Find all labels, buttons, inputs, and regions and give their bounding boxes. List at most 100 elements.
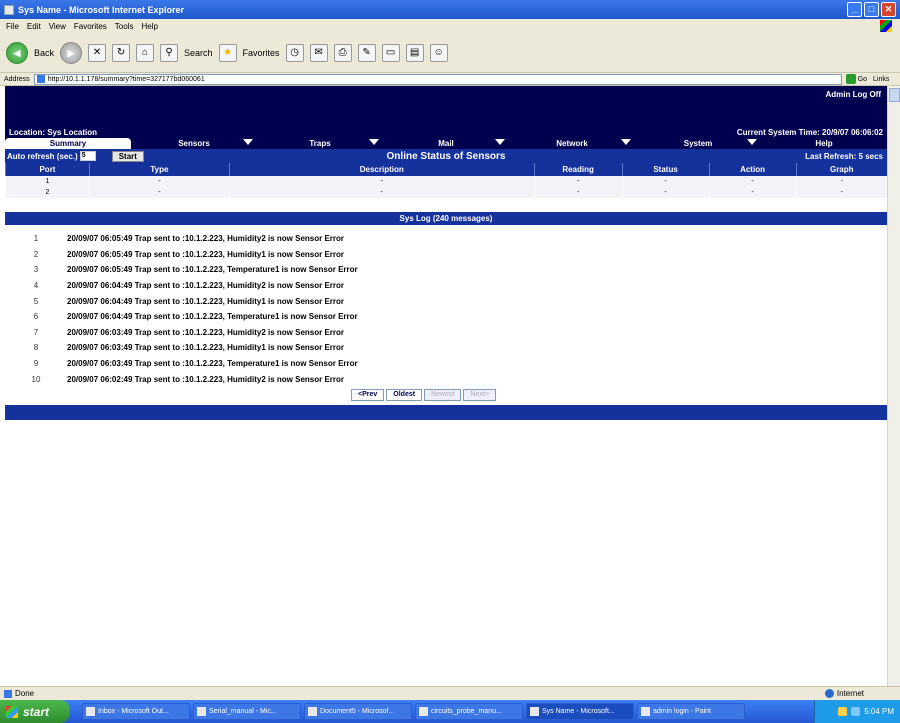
log-text: 20/09/07 06:05:49 Trap sent to :10.1.2.2… bbox=[67, 265, 358, 275]
maximize-button[interactable]: □ bbox=[864, 2, 879, 17]
vertical-scrollbar[interactable] bbox=[887, 86, 900, 686]
search-icon[interactable]: ⚲ bbox=[160, 43, 179, 62]
clock[interactable]: 5:04 PM bbox=[864, 707, 894, 716]
tray-icon[interactable] bbox=[838, 707, 848, 716]
last-refresh-label: Last Refresh: 5 secs bbox=[805, 151, 883, 161]
col-description: Description bbox=[228, 163, 535, 176]
log-text: 20/09/07 06:05:49 Trap sent to :10.1.2.2… bbox=[67, 234, 345, 244]
stop-icon[interactable]: ✕ bbox=[88, 43, 107, 62]
col-graph: Graph bbox=[795, 163, 887, 176]
tab-summary[interactable]: Summary bbox=[5, 138, 131, 149]
menu-file[interactable]: File bbox=[6, 22, 19, 31]
window-controls: _ □ ✕ bbox=[847, 2, 896, 17]
scroll-thumb[interactable] bbox=[889, 88, 900, 102]
syslog-pager: <Prev Oldest Newest Next> bbox=[351, 389, 496, 401]
tab-traps[interactable]: Traps bbox=[257, 138, 383, 149]
taskbar-item-document5[interactable]: Document5 - Microsof... bbox=[304, 703, 412, 720]
tab-label: Sensors bbox=[178, 139, 210, 148]
print-icon[interactable]: ⎙ bbox=[333, 43, 352, 62]
syslog-list: 1 20/09/07 06:05:49 Trap sent to :10.1.2.… bbox=[5, 231, 887, 387]
list-item: 5 20/09/07 06:04:49 Trap sent to :10.1.2.… bbox=[5, 293, 887, 309]
messenger-icon[interactable]: ☺ bbox=[429, 43, 448, 62]
auto-refresh-input[interactable]: 5 bbox=[79, 151, 96, 161]
edit-icon[interactable]: ✎ bbox=[357, 43, 376, 62]
syslog-title: Sys Log (240 messages) bbox=[5, 212, 887, 225]
tab-label: Mail bbox=[438, 139, 454, 148]
address-input[interactable]: http://10.1.1.178/summary?time=327177bd0… bbox=[33, 73, 842, 85]
folder-icon[interactable]: ▭ bbox=[381, 43, 400, 62]
list-item: 9 20/09/07 06:03:49 Trap sent to :10.1.2.… bbox=[5, 356, 887, 372]
menu-view[interactable]: View bbox=[49, 22, 66, 31]
log-text: 20/09/07 06:04:49 Trap sent to :10.1.2.2… bbox=[67, 312, 358, 322]
taskbar-item-circuits[interactable]: circuits_probe_manu... bbox=[415, 703, 523, 720]
tab-sensors[interactable]: Sensors bbox=[131, 138, 257, 149]
refresh-icon[interactable]: ↻ bbox=[112, 43, 131, 62]
close-button[interactable]: ✕ bbox=[881, 2, 896, 17]
log-text: 20/09/07 06:05:49 Trap sent to :10.1.2.2… bbox=[67, 249, 345, 259]
page-header: Admin Log Off Location: Sys Location Cur… bbox=[5, 86, 887, 138]
back-label[interactable]: Back bbox=[34, 48, 54, 58]
table-header-row: Port Type Description Reading Status Act… bbox=[5, 163, 887, 176]
admin-logoff-link[interactable]: Admin Log Off bbox=[825, 90, 881, 99]
log-text: 20/09/07 06:04:49 Trap sent to :10.1.2.2… bbox=[67, 296, 345, 306]
links-label[interactable]: Links bbox=[873, 76, 889, 83]
tab-help[interactable]: Help bbox=[761, 138, 887, 149]
tab-mail[interactable]: Mail bbox=[383, 138, 509, 149]
menu-tools[interactable]: Tools bbox=[115, 22, 134, 31]
ie-app-icon bbox=[4, 4, 14, 15]
menu-favorites[interactable]: Favorites bbox=[74, 22, 107, 31]
zone-label: Internet bbox=[836, 689, 864, 698]
log-text: 20/09/07 06:03:49 Trap sent to :10.1.2.2… bbox=[67, 359, 358, 369]
forward-arrow-icon[interactable]: ▶ bbox=[60, 41, 83, 64]
taskbar-items: Inbox - Microsoft Out... Serial_manual -… bbox=[82, 703, 745, 720]
col-type: Type bbox=[88, 163, 230, 176]
security-zone: Internet bbox=[824, 689, 864, 698]
mail-icon[interactable]: ✉ bbox=[309, 43, 328, 62]
menu-edit[interactable]: Edit bbox=[27, 22, 41, 31]
task-label: circuits_probe_manu... bbox=[431, 708, 502, 715]
history-icon[interactable]: ◷ bbox=[285, 43, 304, 62]
system-tray: 5:04 PM bbox=[814, 700, 900, 723]
page-done-icon bbox=[4, 689, 12, 698]
back-arrow-icon[interactable]: ◀ bbox=[6, 41, 28, 64]
table-row: 2 - - - - - - bbox=[5, 187, 887, 198]
start-button[interactable]: start bbox=[0, 700, 70, 723]
go-button[interactable]: Go bbox=[845, 74, 867, 84]
oldest-button[interactable]: Oldest bbox=[386, 389, 423, 401]
search-label[interactable]: Search bbox=[184, 48, 213, 58]
prev-button[interactable]: <Prev bbox=[351, 389, 385, 401]
cell-type: - bbox=[88, 187, 230, 198]
log-number: 8 bbox=[33, 343, 39, 353]
document-icon bbox=[197, 707, 206, 716]
web-page: Admin Log Off Location: Sys Location Cur… bbox=[5, 86, 887, 686]
log-number: 4 bbox=[33, 281, 39, 291]
log-number: 10 bbox=[31, 374, 41, 384]
dropdown-arrow-icon bbox=[243, 139, 253, 145]
address-label: Address bbox=[4, 75, 30, 83]
task-label: Inbox - Microsoft Out... bbox=[98, 708, 169, 715]
minimize-button[interactable]: _ bbox=[847, 2, 862, 17]
dropdown-arrow-icon bbox=[369, 139, 379, 145]
menu-help[interactable]: Help bbox=[141, 22, 157, 31]
favorites-label[interactable]: Favorites bbox=[243, 48, 280, 58]
system-time: Current System Time: 20/9/07 06:06:02 bbox=[736, 128, 883, 137]
start-refresh-button[interactable]: Start bbox=[111, 150, 144, 162]
address-url: http://10.1.1.178/summary?time=327177bd0… bbox=[47, 75, 205, 83]
paint-icon bbox=[641, 707, 650, 716]
taskbar-item-outlook[interactable]: Inbox - Microsoft Out... bbox=[82, 703, 190, 720]
taskbar-item-serial-manual[interactable]: Serial_manual - Mic... bbox=[193, 703, 301, 720]
col-port: Port bbox=[5, 163, 90, 176]
home-icon[interactable]: ⌂ bbox=[136, 43, 155, 62]
tray-icon[interactable] bbox=[851, 707, 861, 716]
page-footer-bar bbox=[5, 405, 887, 420]
taskbar-item-paint[interactable]: admin login - Paint bbox=[637, 703, 745, 720]
windows-taskbar: start Inbox - Microsoft Out... Serial_ma… bbox=[0, 700, 900, 723]
cell-graph: - bbox=[795, 176, 887, 187]
cell-action: - bbox=[708, 176, 796, 187]
browser-toolbar: ◀ Back ▶ ✕ ↻ ⌂ ⚲ Search ★ Favorites ◷ ✉ … bbox=[0, 33, 900, 73]
favorites-star-icon[interactable]: ★ bbox=[218, 43, 237, 62]
research-icon[interactable]: ▤ bbox=[405, 43, 424, 62]
taskbar-item-sysname[interactable]: Sys Name - Microsoft... bbox=[526, 703, 634, 720]
tab-system[interactable]: System bbox=[635, 138, 761, 149]
tab-network[interactable]: Network bbox=[509, 138, 635, 149]
